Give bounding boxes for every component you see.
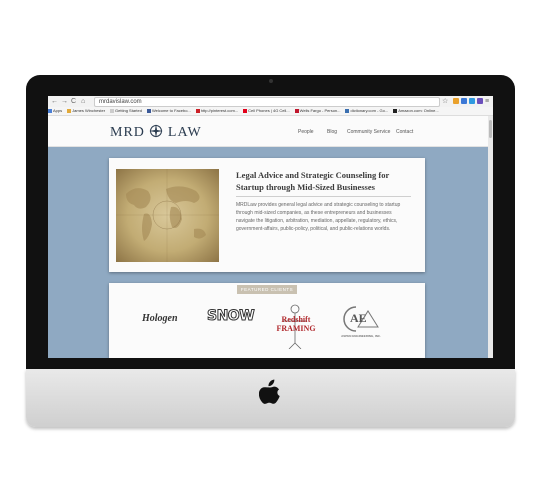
bookmark-item[interactable]: http://pinterest.com... — [195, 107, 239, 115]
screen: ← → C ⌂ mrdavislaw.com ☆ ≡ Apps James Win… — [48, 96, 493, 358]
imac-monitor: ← → C ⌂ mrdavislaw.com ☆ ≡ Apps James Win… — [26, 75, 515, 427]
client-logo-redshift-framing[interactable]: Redshift FRAMING — [269, 303, 321, 354]
nav-link-people[interactable]: People — [298, 129, 314, 135]
camera-icon — [269, 79, 273, 83]
client-logo-redshift-text: Redshift FRAMING — [276, 315, 316, 333]
browser-menu-icon[interactable]: ≡ — [485, 97, 489, 106]
nav-link-blog[interactable]: Blog — [327, 129, 337, 135]
intro-heading: Legal Advice and Strategic Counseling fo… — [236, 170, 390, 192]
nav-link-contact[interactable]: Contact — [396, 129, 413, 135]
extension-icon[interactable] — [477, 98, 483, 104]
extension-icon[interactable] — [461, 98, 467, 104]
bookmark-item[interactable]: Cell Phones | 4G Cell... — [243, 107, 290, 115]
logo-text-mrd: MRD — [110, 125, 145, 140]
scrollbar-thumb[interactable] — [489, 120, 492, 138]
bookmarks-bar: Apps James Winchester Getting Started Welco… — [48, 107, 493, 116]
nav-link-community-service[interactable]: Community Service — [347, 129, 390, 135]
bookmark-favicon-icon — [345, 108, 350, 113]
apple-logo-icon — [259, 379, 280, 404]
bookmark-label: dictionary.com - Go... — [350, 108, 389, 113]
bookmark-label: Welcome to Facebo... — [151, 108, 191, 113]
bookmark-label: Apps — [53, 108, 63, 113]
scrollbar[interactable] — [488, 116, 493, 358]
extension-icon[interactable] — [469, 98, 475, 104]
bookmark-favicon-icon — [294, 108, 299, 113]
monitor-chin — [26, 369, 515, 427]
featured-clients-card: FEATURED CLIENTS Hologen SNOW Redshift F… — [109, 283, 425, 358]
client-logo-aspen-engineering[interactable]: AE ASPEN ENGINEERING, INC. — [336, 303, 386, 349]
bookmark-item[interactable]: Apps — [48, 107, 62, 115]
bookmark-item[interactable]: Amazon.com: Online... — [393, 107, 439, 115]
client-logo-hologen-text: Hologen — [142, 313, 178, 324]
bookmark-item[interactable]: Wells Fargo - Person... — [294, 107, 341, 115]
monitor-bezel: ← → C ⌂ mrdavislaw.com ☆ ≡ Apps James Win… — [26, 75, 515, 369]
bookmark-item[interactable]: Getting Started — [110, 107, 142, 115]
site-logo[interactable]: MRD LAW — [110, 124, 202, 141]
client-logo-ae-sub: ASPEN ENGINEERING, INC. — [341, 334, 381, 338]
logo-text-law: LAW — [167, 125, 202, 140]
bookmark-favicon-icon — [146, 108, 151, 113]
bookmark-favicon-icon — [243, 108, 248, 113]
bookmark-item[interactable]: dictionary.com - Go... — [345, 107, 388, 115]
back-button[interactable]: ← — [51, 97, 58, 106]
bookmark-favicon-icon — [110, 108, 115, 113]
client-logo-snow[interactable]: SNOW — [206, 308, 255, 325]
bookmark-favicon-icon — [393, 108, 398, 113]
bookmark-label: James Winchester — [72, 108, 106, 113]
bookmark-favicon-icon — [195, 108, 200, 113]
reload-button[interactable]: C — [71, 97, 76, 106]
bookmark-label: Cell Phones | 4G Cell... — [248, 108, 290, 113]
address-bar[interactable]: mrdavislaw.com — [94, 97, 440, 107]
featured-clients-label: FEATURED CLIENTS — [237, 285, 297, 294]
home-button[interactable]: ⌂ — [81, 97, 85, 106]
bookmark-label: Amazon.com: Online... — [398, 108, 439, 113]
bookmark-favicon-icon — [48, 108, 52, 113]
bookmark-favicon-icon — [67, 108, 72, 113]
intro-body-text: MRDLaw provides general legal advice and… — [236, 202, 401, 232]
bookmark-item[interactable]: James Winchester — [67, 107, 105, 115]
vintage-world-map-image — [116, 169, 219, 262]
client-logo-snow-text: SNOW — [206, 308, 255, 325]
client-logo-hologen[interactable]: Hologen — [142, 313, 178, 324]
bookmark-star-icon[interactable]: ☆ — [442, 97, 448, 106]
compass-icon — [149, 124, 164, 138]
map-illustration — [116, 169, 219, 262]
client-logo-ae-text: AE — [350, 311, 367, 325]
site-header: MRD LAW People Blog Community Service Co… — [48, 116, 488, 147]
bookmark-item[interactable]: Welcome to Facebo... — [146, 107, 191, 115]
bookmark-label: Wells Fargo - Person... — [299, 108, 341, 113]
extension-icon[interactable] — [453, 98, 459, 104]
forward-button[interactable]: → — [61, 97, 68, 106]
bookmark-label: http://pinterest.com... — [200, 108, 239, 113]
divider — [236, 196, 411, 197]
url-text: mrdavislaw.com — [99, 99, 142, 105]
intro-card: Legal Advice and Strategic Counseling fo… — [109, 158, 425, 272]
bookmark-label: Getting Started — [115, 108, 142, 113]
